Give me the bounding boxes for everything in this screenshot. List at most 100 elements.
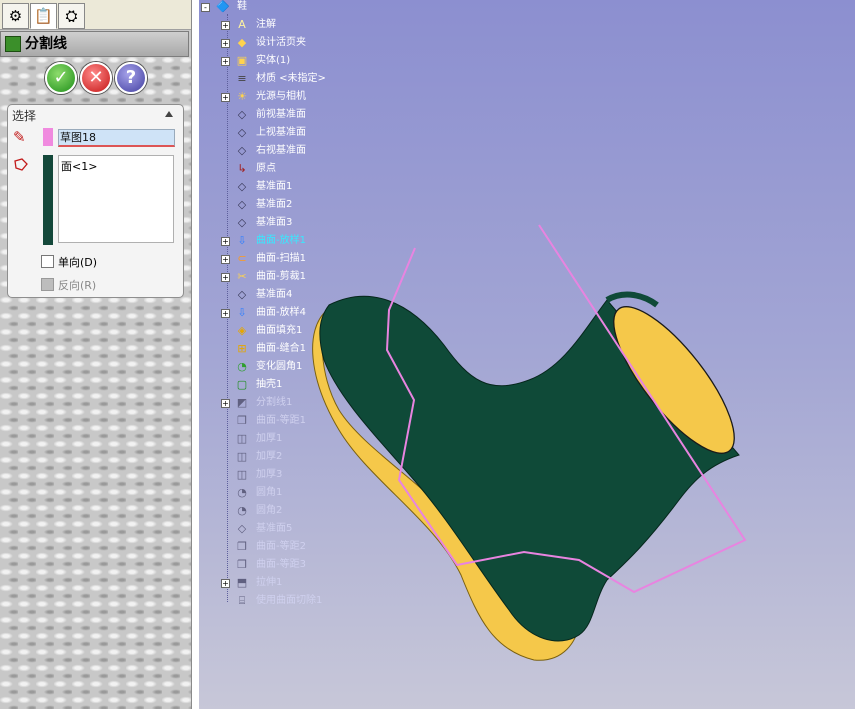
tree-expander[interactable]: + [221,255,230,264]
tree-root-expander[interactable]: - [201,3,210,12]
origin-icon: ↳ [237,162,247,175]
feature-tree-icon: ⚙ [8,7,23,25]
thicken-icon: ◫ [236,432,248,445]
tree-item-label: 基准面2 [256,199,293,210]
tree-expander[interactable]: + [221,39,230,48]
tree-item-label: 设计活页夹 [256,37,306,48]
split-icon: ◩ [236,396,248,409]
plane-icon: ◇ [237,216,247,229]
tree-connector-line [227,14,229,602]
single-direction-label: 单向(D) [58,256,98,269]
tree-item-label: 加厚3 [256,469,283,480]
property-icon: 📋 [34,7,53,25]
sketch-color-swatch [43,128,53,146]
tree-item-label: 曲面-等距2 [256,541,306,552]
boot-opening-rim [605,291,659,308]
tree-item-label: 曲面填充1 [256,325,303,336]
fillet-icon: ◔ [237,504,247,517]
tree-item-label: 加厚2 [256,451,283,462]
sweep-icon: ⊂ [237,252,247,265]
configuration-manager-tab[interactable]: ⛭ [58,3,85,29]
material-icon: ≡ [237,72,247,85]
reverse-direction-checkbox [41,278,54,291]
tree-expander[interactable]: + [221,21,230,30]
plane-icon: ◇ [237,144,247,157]
sketch-selection-field[interactable]: 草图18 [58,129,175,147]
tree-expander[interactable]: + [221,309,230,318]
ok-button[interactable]: ✓ [45,62,77,94]
plane-icon: ◇ [237,522,247,535]
part-icon: 🔷 [216,0,230,13]
tree-item-label: 曲面-扫描1 [256,253,306,264]
lights-icon: ☀ [237,90,247,103]
feature-manager-tab[interactable]: ⚙ [2,3,29,29]
tree-item-label: 右视基准面 [256,145,306,156]
property-manager-tab[interactable]: 📋 [30,3,57,29]
property-manager-panel: ⚙ 📋 ⛭ 分割线 ✓ ✕ ? 选择 ✎ 草图18 面<1> 单向(D) 反向(… [0,0,192,709]
sketch-pencil-icon: ✎ [13,128,26,146]
tree-item-label: 抽壳1 [256,379,283,390]
extrude-icon: ⬒ [236,576,248,589]
pm-title-bar: 分割线 [0,31,189,57]
tree-expander[interactable]: + [221,57,230,66]
tree-item-label: 曲面-剪裁1 [256,271,306,282]
tree-expander[interactable]: + [221,579,230,588]
tree-item-label: 上视基准面 [256,127,306,138]
tree-item-label: 材质 <未指定> [256,73,326,84]
offset-icon: ❐ [237,540,247,553]
graphics-viewport[interactable]: - 🔷 鞋 + A 注解 + ◆ 设计活页夹 + ▣ 实体(1) ≡ 材质 <未指定> + ☀ 光源与相机… [199,0,855,709]
tree-expander[interactable]: + [221,237,230,246]
selection-group: 选择 ✎ 草图18 面<1> 单向(D) 反向(R) [7,104,184,298]
plane-icon: ◇ [237,288,247,301]
face-color-swatch [43,155,53,245]
tree-item-label: 原点 [256,163,276,174]
solid-body-icon: ▣ [236,54,248,67]
group-title: 选择 [12,109,37,123]
design-binder-icon: ◆ [237,36,247,49]
fill-icon: ◈ [237,324,247,337]
tree-item-label: 圆角1 [256,487,283,498]
tree-item-label: 基准面1 [256,181,293,192]
tree-item-label: 注解 [256,19,276,30]
fillet-icon: ◔ [237,486,247,499]
face-list-item[interactable]: 面<1> [61,160,97,173]
tree-item-label: 曲面-放样4 [256,307,306,318]
pm-title: 分割线 [25,36,67,52]
plane-icon: ◇ [237,198,247,211]
face-selection-icon [14,158,28,171]
tree-expander[interactable]: + [221,399,230,408]
single-direction-checkbox[interactable] [41,255,54,268]
annotation-icon: A [238,18,246,31]
face-selection-list[interactable]: 面<1> [58,155,174,243]
manager-tab-bar: ⚙ 📋 ⛭ [0,0,191,30]
plane-icon: ◇ [237,108,247,121]
configuration-icon: ⛭ [65,7,78,25]
tree-item-label: 前视基准面 [256,109,306,120]
tree-item-label: 基准面3 [256,217,293,228]
loft-icon: ⇩ [237,306,247,319]
collapse-icon[interactable] [165,111,173,117]
fillet-icon: ◔ [237,360,247,373]
tree-item-label: 拉伸1 [256,577,283,588]
tree-item-label: 使用曲面切除1 [256,595,323,606]
tree-item-label: 基准面4 [256,289,293,300]
plane-icon: ◇ [237,126,247,139]
help-button[interactable]: ? [115,62,147,94]
reverse-direction-label: 反向(R) [58,279,97,292]
tree-item-label: 圆角2 [256,505,283,516]
tree-item-label: 曲面-放样1 [256,235,306,246]
split-line-icon [5,36,21,52]
surface-cut-icon: ⌸ [238,594,246,607]
knit-icon: ⊞ [237,342,247,355]
tree-root-label: 鞋 [237,1,247,12]
thicken-icon: ◫ [236,450,248,463]
tree-expander[interactable]: + [221,273,230,282]
thicken-icon: ◫ [236,468,248,481]
cancel-button[interactable]: ✕ [80,62,112,94]
plane-icon: ◇ [237,180,247,193]
tree-item-label: 曲面-等距1 [256,415,306,426]
offset-icon: ❐ [237,414,247,427]
tree-item-label: 曲面-缝合1 [256,343,306,354]
tree-expander[interactable]: + [221,93,230,102]
loft-icon: ⇩ [237,234,247,247]
